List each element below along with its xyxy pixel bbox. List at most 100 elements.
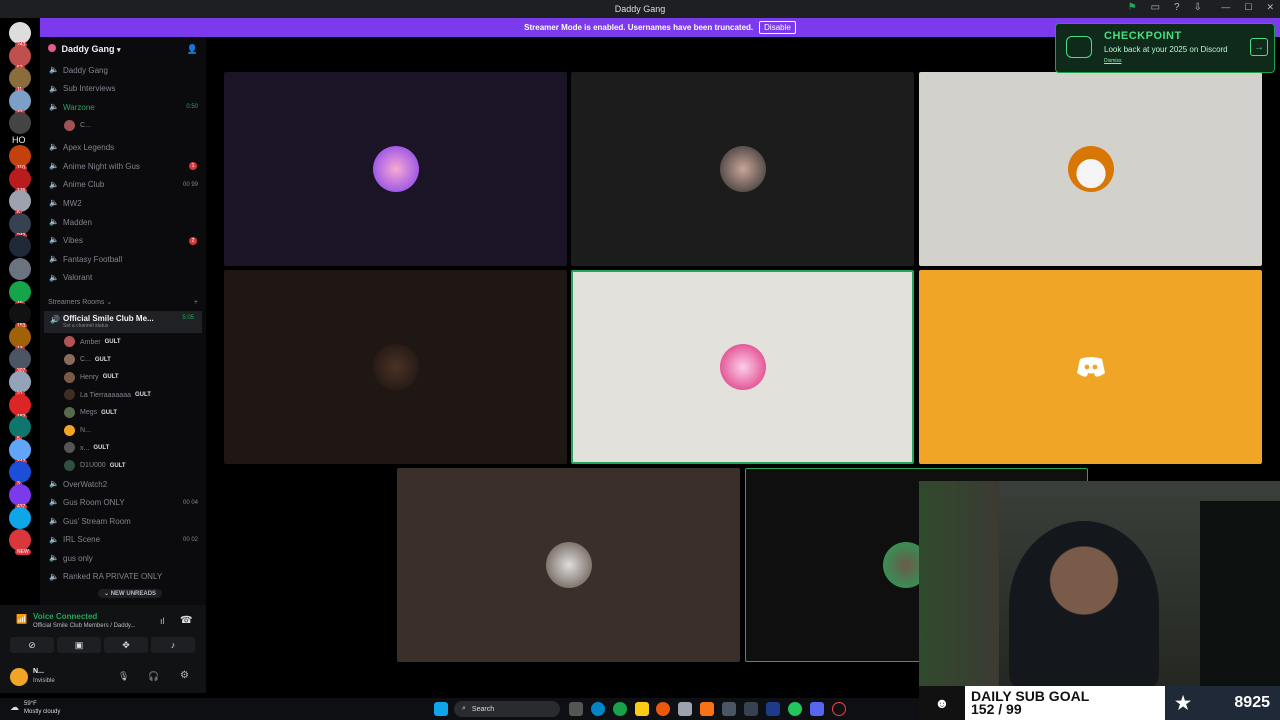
file-explorer-icon[interactable] (635, 702, 649, 716)
server-icon[interactable]: 182 (9, 393, 31, 420)
new-unreads-pill[interactable]: ⌄ NEW UNREADS (98, 589, 163, 598)
voice-channel[interactable]: 🔈 MW2 (40, 194, 206, 213)
voice-channel[interactable]: 🔈 Daddy Gang (40, 61, 206, 80)
voice-member[interactable]: N... (40, 422, 206, 440)
server-icon[interactable] (9, 258, 31, 280)
video-tile-1[interactable] (224, 72, 567, 266)
discord-icon[interactable] (810, 702, 824, 716)
disconnect-icon[interactable]: ☎ (180, 615, 192, 626)
voice-channel[interactable]: 🔈 Sub Interviews (40, 80, 206, 99)
voice-channel[interactable]: 🔈 Fantasy Football (40, 250, 206, 269)
camera-off-button[interactable]: ⊘ (10, 637, 54, 653)
server-icon[interactable]: 3 (9, 461, 31, 488)
headset-icon[interactable]: 🎧 (148, 671, 159, 682)
add-channel-icon[interactable]: + (194, 299, 198, 306)
video-tile-4[interactable] (224, 270, 567, 464)
voice-channel[interactable]: 🔈 Madden (40, 213, 206, 232)
voice-member[interactable]: Amber GULT (40, 333, 206, 351)
server-icon[interactable]: 52 (9, 44, 31, 71)
server-icon[interactable]: 307 (9, 348, 31, 375)
voice-channel[interactable]: 🔈 Vibes 2 (40, 231, 206, 250)
minimize-icon[interactable]: — (1221, 2, 1230, 13)
voice-member[interactable]: Henry GULT (40, 369, 206, 387)
voice-member[interactable]: x... GULT (40, 439, 206, 457)
video-tile-3[interactable] (919, 72, 1262, 266)
voice-channel[interactable]: 🔈 Anime Club 00 99 (40, 176, 206, 195)
app-icon[interactable] (678, 702, 692, 716)
app-icon[interactable] (700, 702, 714, 716)
video-tile-2[interactable] (571, 72, 914, 266)
mic-icon[interactable]: 🎙 (118, 671, 129, 682)
active-voice-channel[interactable]: 🔊 Official Smile Club Me... Set a channe… (44, 311, 202, 334)
voice-user-warzone[interactable]: C... (40, 117, 206, 135)
windows-start-icon[interactable] (434, 702, 448, 716)
voice-channel[interactable]: 🔈 Anime Night with Gus 1 (40, 157, 206, 176)
help-icon[interactable]: ? (1174, 2, 1180, 13)
server-icon[interactable]: 153 (9, 303, 31, 330)
server-icon[interactable]: 347 (9, 438, 31, 465)
settings-icon[interactable]: ⚙ (180, 670, 189, 681)
server-icon[interactable]: 6 (9, 190, 31, 217)
soundboard-button[interactable]: ♪ (151, 637, 195, 653)
arrow-right-icon[interactable]: → (1250, 38, 1268, 56)
steam-icon[interactable] (766, 702, 780, 716)
guild-header[interactable]: Daddy Gang ▾ 👤 (40, 37, 206, 61)
taskbar-search[interactable]: ⌕ Search (454, 701, 560, 717)
avatar[interactable] (10, 668, 28, 686)
window-title: Daddy Gang (614, 4, 666, 14)
checkpoint-promo[interactable]: CHECKPOINT Look back at your 2025 on Dis… (1055, 23, 1275, 73)
maximize-icon[interactable]: ☐ (1244, 2, 1252, 13)
add-friend-icon[interactable]: 👤 (187, 44, 198, 55)
spotify-icon[interactable] (788, 702, 802, 716)
server-icon[interactable] (9, 506, 31, 529)
noise-suppression-icon[interactable]: ıl (160, 616, 165, 626)
voice-channel[interactable]: 🔈 IRL Scene 00 02 (40, 531, 206, 550)
voice-channel[interactable]: 🔈 Gus Room ONLY 00 04 (40, 493, 206, 512)
voice-member[interactable]: D1U000 GULT (40, 457, 206, 475)
edge-icon[interactable] (591, 702, 605, 716)
video-tile-5-speaking[interactable] (571, 270, 914, 464)
flag-icon[interactable]: ⚑ (1128, 2, 1137, 13)
video-tile-6-discord[interactable] (919, 270, 1262, 464)
voice-channel[interactable]: 🔈 Ranked RA PRIVATE ONLY (40, 568, 206, 587)
server-icon[interactable]: 110 (9, 145, 31, 171)
checkpoint-dismiss-link[interactable]: Dismiss (1104, 58, 1122, 64)
task-view-icon[interactable] (569, 702, 583, 716)
download-icon[interactable]: ⇩ (1194, 2, 1202, 13)
voice-channel[interactable]: 🔈 Gus' Stream Room (40, 512, 206, 531)
app-icon[interactable] (744, 702, 758, 716)
server-icon[interactable]: 176 (9, 167, 31, 194)
server-icon[interactable]: 13 (9, 325, 31, 352)
voice-member[interactable]: La Tierraaaaaaa GULT (40, 386, 206, 404)
voice-channel[interactable]: 🔈 OverWatch2 (40, 475, 206, 494)
server-icon[interactable]: 242 (9, 212, 31, 239)
voice-channel[interactable]: 🔈 Valorant (40, 269, 206, 288)
server-icon[interactable]: 21 (9, 371, 31, 397)
server-icon[interactable] (9, 235, 31, 258)
weather-widget[interactable]: 59°F Mostly cloudy (24, 700, 60, 716)
close-icon[interactable]: ✕ (1266, 2, 1274, 13)
obs-icon[interactable] (832, 702, 846, 716)
screen-share-button[interactable]: ▣ (57, 637, 101, 653)
voice-channel[interactable]: 🔈 Apex Legends (40, 138, 206, 157)
server-icon[interactable]: 11 (9, 67, 31, 94)
server-icon[interactable]: 32 (9, 89, 31, 116)
disable-streamer-mode-button[interactable]: Disable (759, 21, 796, 34)
server-icon[interactable]: 243 (9, 22, 31, 48)
voice-member[interactable]: Megs GULT (40, 404, 206, 422)
server-icon[interactable]: 5 (9, 416, 31, 443)
activities-button[interactable]: ✥ (104, 637, 148, 653)
video-tile-7[interactable] (397, 468, 740, 662)
server-icon[interactable]: 437 (9, 484, 31, 510)
voice-member[interactable]: C... GULT (40, 351, 206, 369)
server-icon[interactable]: 49 (9, 280, 31, 307)
screen-icon[interactable]: ▭ (1151, 2, 1160, 13)
server-icon[interactable] (9, 112, 31, 135)
voice-channel[interactable]: 🔈 gus only (40, 549, 206, 568)
voice-channel[interactable]: 🔈 Warzone 0:50 (40, 98, 206, 117)
category-streamers-rooms[interactable]: Streamers Rooms ⌄ + (40, 293, 206, 311)
server-icon[interactable]: NEW (9, 529, 31, 556)
chrome-icon[interactable] (613, 702, 627, 716)
firefox-icon[interactable] (656, 702, 670, 716)
app-icon[interactable] (722, 702, 736, 716)
